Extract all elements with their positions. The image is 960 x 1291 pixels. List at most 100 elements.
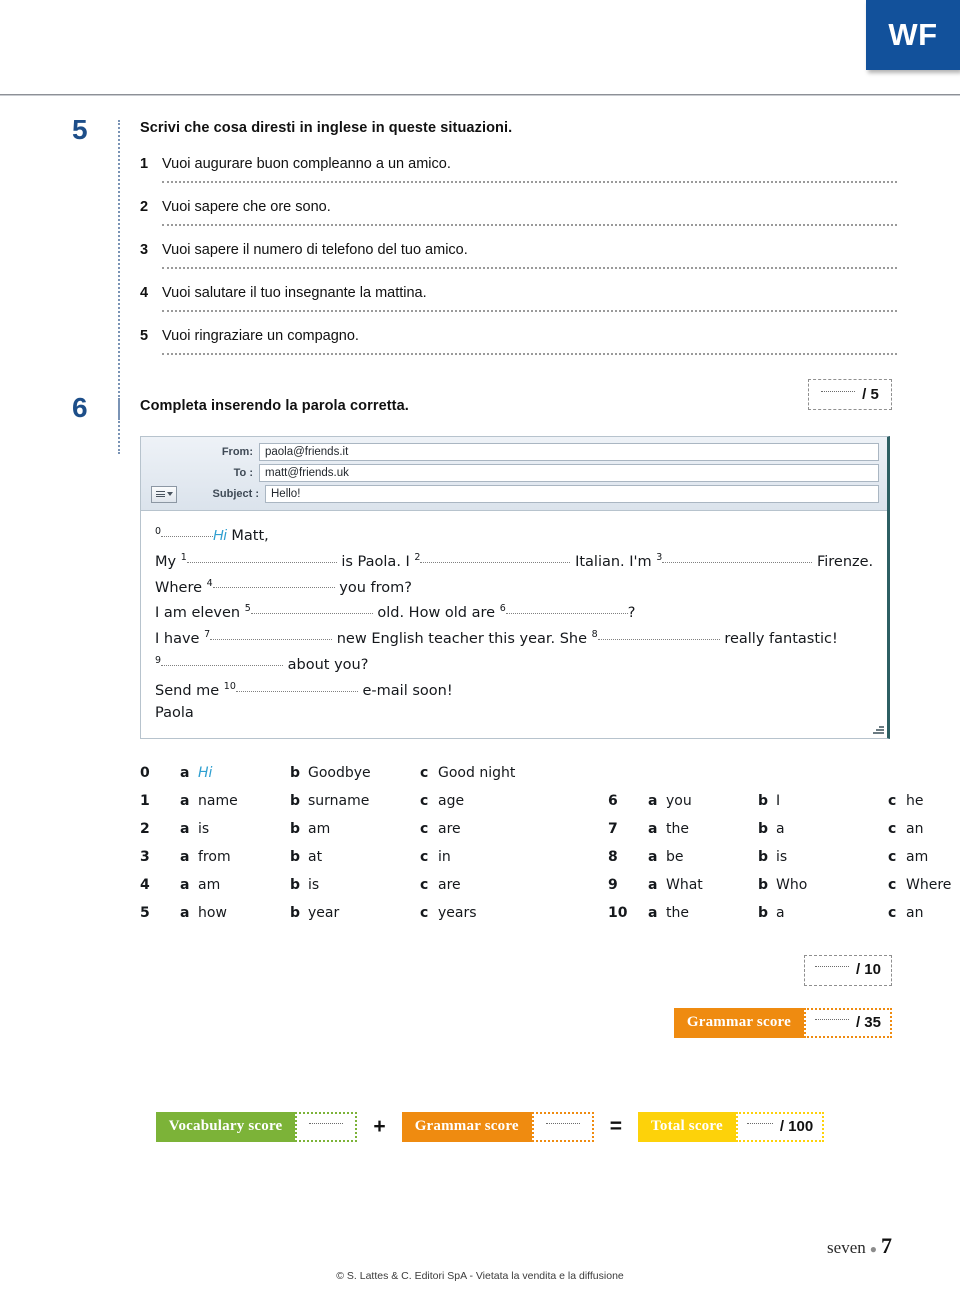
option-letter-a: a [648,876,658,893]
blank-field-9[interactable] [161,664,284,666]
question-text: Vuoi salutare il tuo insegnante la matti… [162,285,427,301]
grammar-total-value[interactable] [531,1111,594,1142]
option-value-a: What [666,876,703,893]
answer-line[interactable] [162,224,897,226]
wf-logo: WF [866,0,960,70]
option-c[interactable]: c an [888,905,960,921]
vocabulary-score-label: Vocabulary score [155,1111,296,1142]
option-value-b: am [308,820,331,837]
resize-grip-icon[interactable] [872,723,884,735]
option-c[interactable]: c in [420,849,580,865]
option-a[interactable]: a be [648,849,758,865]
blank-number-10: 10 [223,680,236,692]
option-value-c: age [438,792,465,809]
option-b[interactable]: b a [758,821,888,837]
option-letter-b: b [758,820,769,837]
option-b[interactable]: b is [290,877,420,893]
score-blank[interactable] [309,1123,344,1125]
option-a[interactable]: a is [180,821,290,837]
option-a[interactable]: a you [648,793,758,809]
option-c[interactable]: c he [888,793,960,809]
option-c[interactable]: c Good night [420,765,580,781]
vocabulary-score-value[interactable] [295,1111,358,1142]
answer-line[interactable] [162,353,897,355]
answer-line[interactable] [162,181,897,183]
blank-field-10[interactable] [235,690,358,692]
blank-field-1[interactable] [186,561,337,563]
question-item: 2 Vuoi sapere che ore sono. [140,199,960,226]
option-a[interactable]: a Hi [180,765,290,781]
option-b[interactable]: b I [758,793,888,809]
option-b[interactable]: b is [758,849,888,865]
option-letter-b: b [290,904,301,921]
option-b[interactable]: b am [290,821,420,837]
blank-field-6[interactable] [505,613,628,615]
subject-options-button[interactable] [151,485,177,503]
option-value-c: an [906,904,924,921]
option-c[interactable]: c Where [888,877,960,893]
options-grid: 0 a Hi b Goodbye c Good night 1 a name b [140,765,960,933]
score-blank[interactable] [821,390,856,392]
blank-field-8[interactable] [597,639,720,641]
option-a[interactable]: a name [180,793,290,809]
option-a[interactable]: a am [180,877,290,893]
exercise-5-rule [118,120,120,420]
option-c[interactable]: c are [420,821,580,837]
option-c[interactable]: c am [888,849,960,865]
exercise-6-score-box[interactable]: / 10 [803,954,892,986]
option-a[interactable]: a from [180,849,290,865]
exercise-6-number: 6 [72,392,88,423]
question-text: Vuoi ringraziare un compagno. [162,328,359,344]
text-fragment: I have [155,631,200,648]
answer-line[interactable] [162,267,897,269]
option-a[interactable]: a the [648,821,758,837]
blank-field-2[interactable] [420,561,571,563]
option-a[interactable]: a the [648,905,758,921]
option-c[interactable]: c years [420,905,580,921]
answer-line[interactable] [162,310,897,312]
option-letter-b: b [290,848,301,865]
score-max: / 10 [855,961,881,979]
option-letter-b: b [758,876,769,893]
email-subject-field[interactable]: Hello! [265,485,879,503]
option-value-b: Who [776,876,808,893]
option-b[interactable]: b at [290,849,420,865]
option-row: 0 a Hi b Goodbye c Good night [140,765,960,793]
total-score-value[interactable]: / 100 [735,1111,825,1142]
option-value-b: is [308,876,320,893]
page-folio: seven ● 7 [827,1233,892,1259]
option-index: 7 [608,820,618,837]
blank-field-5[interactable] [250,613,373,615]
email-from-field[interactable]: paola@friends.it [259,443,879,461]
exercise-5: 5 Scrivi che cosa diresti in inglese in … [0,116,960,420]
option-a[interactable]: a What [648,877,758,893]
blank-field-7[interactable] [210,639,333,641]
option-b[interactable]: b Who [758,877,888,893]
option-b[interactable]: b year [290,905,420,921]
blank-field-4[interactable] [212,587,335,589]
option-index: 3 [140,848,150,865]
email-signature: Paola [155,704,194,721]
option-b[interactable]: b a [758,905,888,921]
question-item: 4 Vuoi salutare il tuo insegnante la mat… [140,285,960,312]
grammar-score-value[interactable]: / 35 [803,1007,892,1038]
score-blank[interactable] [814,966,849,968]
option-b[interactable]: b Goodbye [290,765,420,781]
option-b[interactable]: b surname [290,793,420,809]
option-value-b: a [776,820,785,837]
option-letter-b: b [290,876,301,893]
blank-field-3[interactable] [662,561,813,563]
option-value-b: at [308,848,323,865]
score-blank[interactable] [814,1019,849,1021]
score-blank[interactable] [746,1123,773,1125]
option-c[interactable]: c are [420,877,580,893]
score-blank[interactable] [545,1123,580,1125]
email-to-field[interactable]: matt@friends.uk [259,464,879,482]
folio-dot-icon: ● [869,1241,877,1256]
option-c[interactable]: c an [888,821,960,837]
option-a[interactable]: a how [180,905,290,921]
blank-field-0[interactable] [161,535,214,537]
email-body-line: I am eleven 5 old. How old are 6? [155,598,875,624]
option-c[interactable]: c age [420,793,580,809]
option-row: 3 a from b at c in 8 a be b is c am [140,849,960,877]
